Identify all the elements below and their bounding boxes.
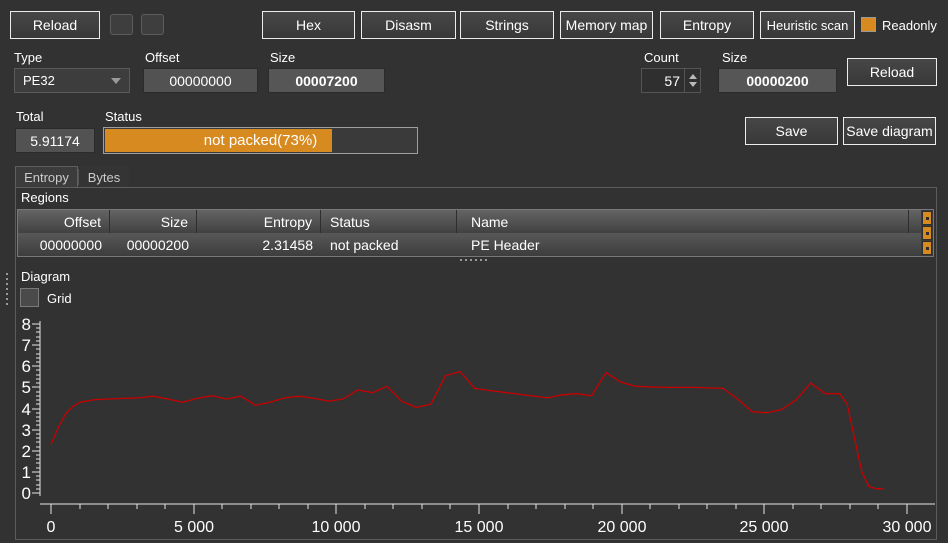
type-value: PE32 bbox=[23, 73, 55, 88]
tab-entropy[interactable]: Entropy bbox=[15, 166, 78, 188]
memory-map-button[interactable]: Memory map bbox=[560, 11, 653, 39]
svg-text:15 000: 15 000 bbox=[455, 519, 504, 536]
entropy-diagram: 0 1 2 3 4 5 6 7 8 0 5 000 10 000 15 000 20 000 25 000 3… bbox=[16, 310, 936, 541]
svg-text:4: 4 bbox=[22, 400, 31, 419]
svg-text:0: 0 bbox=[22, 484, 31, 503]
size2-label: Size bbox=[722, 50, 747, 65]
size-label: Size bbox=[270, 50, 295, 65]
reload-count-button[interactable]: Reload bbox=[847, 58, 937, 86]
table-scrollbar[interactable] bbox=[921, 210, 933, 256]
svg-text:6: 6 bbox=[22, 357, 31, 376]
horizontal-splitter-handle[interactable] bbox=[460, 259, 487, 261]
tab-bytes[interactable]: Bytes bbox=[79, 166, 129, 188]
status-progress-text: not packed(73%) bbox=[104, 128, 417, 153]
scrollbar-thumb[interactable] bbox=[922, 226, 932, 240]
count-value: 57 bbox=[642, 73, 684, 89]
size2-field[interactable] bbox=[718, 68, 837, 93]
regions-table-header: OffsetSizeEntropyStatusName bbox=[18, 210, 933, 233]
status-progressbar: not packed(73%) bbox=[103, 127, 418, 154]
column-header-name[interactable]: Name bbox=[457, 210, 909, 233]
size-field[interactable] bbox=[268, 68, 385, 93]
diagram-label: Diagram bbox=[21, 269, 70, 284]
scrollbar-down-icon[interactable] bbox=[922, 241, 932, 255]
heuristic-scan-button[interactable]: Heuristic scan bbox=[760, 11, 855, 39]
entropy-button[interactable]: Entropy bbox=[660, 11, 754, 39]
save-button[interactable]: Save bbox=[745, 117, 838, 145]
scrollbar-up-icon[interactable] bbox=[922, 211, 932, 225]
table-cell: not packed bbox=[321, 233, 457, 256]
svg-text:20 000: 20 000 bbox=[598, 519, 647, 536]
small-button-1[interactable] bbox=[110, 14, 133, 35]
svg-text:10 000: 10 000 bbox=[312, 519, 361, 536]
spinner-down-icon[interactable] bbox=[689, 82, 697, 87]
svg-text:30 000: 30 000 bbox=[883, 519, 932, 536]
svg-text:25 000: 25 000 bbox=[740, 519, 789, 536]
readonly-checkbox[interactable] bbox=[861, 17, 876, 32]
regions-label: Regions bbox=[21, 190, 69, 205]
table-row[interactable]: 00000000000002002.31458not packedPE Head… bbox=[18, 233, 933, 256]
small-button-2[interactable] bbox=[141, 14, 164, 35]
offset-field[interactable] bbox=[143, 68, 258, 93]
svg-text:2: 2 bbox=[22, 442, 31, 461]
table-cell: PE Header bbox=[457, 233, 909, 256]
column-header-offset[interactable]: Offset bbox=[18, 210, 110, 233]
spinner-up-icon[interactable] bbox=[689, 74, 697, 79]
hex-button[interactable]: Hex bbox=[262, 11, 355, 39]
svg-text:7: 7 bbox=[22, 336, 31, 355]
column-header-size[interactable]: Size bbox=[110, 210, 197, 233]
svg-text:5: 5 bbox=[22, 378, 31, 397]
total-label: Total bbox=[16, 109, 43, 124]
svg-text:0: 0 bbox=[47, 519, 56, 536]
save-diagram-button[interactable]: Save diagram bbox=[843, 117, 936, 145]
table-cell: 00000200 bbox=[110, 233, 197, 256]
reload-button[interactable]: Reload bbox=[10, 11, 100, 39]
chevron-down-icon bbox=[111, 78, 121, 84]
grid-label: Grid bbox=[47, 291, 72, 306]
column-header-entropy[interactable]: Entropy bbox=[197, 210, 321, 233]
grid-checkbox[interactable] bbox=[20, 288, 39, 307]
table-cell: 2.31458 bbox=[197, 233, 321, 256]
tab-divider bbox=[78, 169, 79, 185]
column-header-status[interactable]: Status bbox=[321, 210, 457, 233]
count-spinner[interactable]: 57 bbox=[641, 68, 701, 93]
strings-button[interactable]: Strings bbox=[460, 11, 554, 39]
type-label: Type bbox=[14, 50, 42, 65]
offset-label: Offset bbox=[145, 50, 179, 65]
count-label: Count bbox=[644, 50, 679, 65]
svg-text:8: 8 bbox=[22, 315, 31, 334]
table-cell: 00000000 bbox=[18, 233, 110, 256]
total-field[interactable] bbox=[15, 128, 95, 153]
svg-text:1: 1 bbox=[22, 463, 31, 482]
disasm-button[interactable]: Disasm bbox=[361, 11, 456, 39]
svg-text:3: 3 bbox=[22, 421, 31, 440]
status-label: Status bbox=[105, 109, 142, 124]
type-combobox[interactable]: PE32 bbox=[14, 68, 130, 93]
vertical-splitter-handle[interactable] bbox=[6, 273, 8, 305]
readonly-label: Readonly bbox=[882, 18, 937, 33]
regions-table: OffsetSizeEntropyStatusName 000000000000… bbox=[17, 209, 934, 257]
svg-text:5 000: 5 000 bbox=[174, 519, 214, 536]
